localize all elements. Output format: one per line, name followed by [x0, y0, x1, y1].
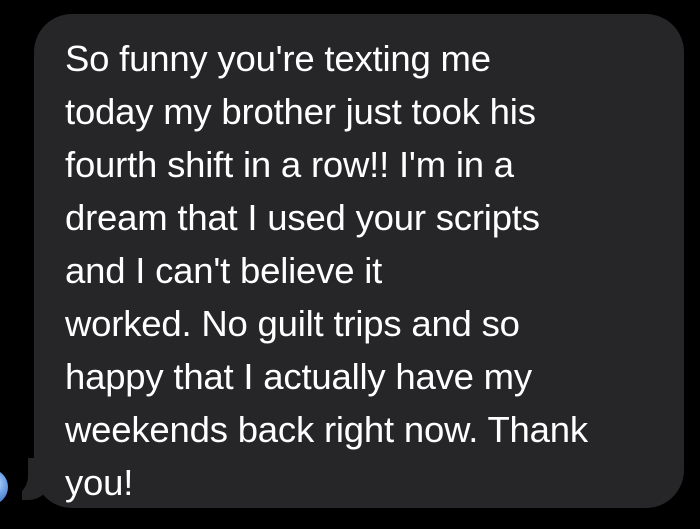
message-text: So funny you're texting me today my brot…	[65, 32, 664, 509]
message-line: happy that I actually have my	[65, 356, 532, 397]
message-thread: So funny you're texting me today my brot…	[0, 0, 700, 529]
message-line: and I can't believe it	[65, 250, 383, 291]
message-line: worked. No guilt trips and so	[65, 303, 520, 344]
message-line: fourth shift in a row!! I'm in a	[65, 144, 514, 185]
message-line: weekends back right now. Thank	[65, 409, 588, 450]
message-line: dream that I used your scripts	[65, 197, 540, 238]
incoming-message-bubble[interactable]: So funny you're texting me today my brot…	[34, 14, 684, 508]
message-line: today my brother just took his	[65, 91, 536, 132]
message-line: you!	[65, 462, 134, 503]
message-line: So funny you're texting me	[65, 38, 491, 79]
